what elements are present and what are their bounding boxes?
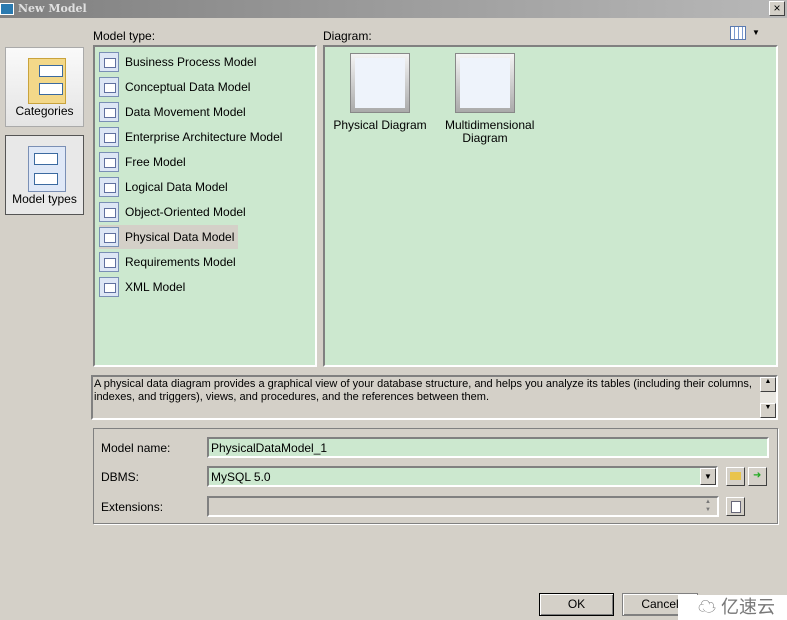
description-scrollbar[interactable]: ▲ ▼ — [760, 377, 776, 418]
diagram-item-label: Multidimensional Diagram — [445, 118, 535, 145]
model-type-icon — [99, 252, 119, 272]
model-type-icon — [99, 202, 119, 222]
model-type-item[interactable]: Business Process Model — [99, 50, 260, 74]
diagram-item-physical[interactable]: Physical Diagram — [325, 53, 435, 132]
model-type-item-label: Object-Oriented Model — [125, 205, 246, 219]
model-type-icon — [99, 277, 119, 297]
dbms-label: DBMS: — [101, 470, 140, 484]
model-type-item-label: Free Model — [125, 155, 186, 169]
physical-diagram-icon — [355, 58, 405, 108]
browse-folder-button[interactable] — [726, 467, 745, 486]
model-type-item-label: Enterprise Architecture Model — [125, 130, 283, 144]
model-type-item[interactable]: Conceptual Data Model — [99, 75, 254, 99]
model-type-icon — [99, 152, 119, 172]
dbms-select[interactable]: MySQL 5.0 ▼ — [207, 466, 718, 487]
extensions-input[interactable] — [207, 496, 719, 517]
model-type-icon — [99, 102, 119, 122]
model-name-label: Model name: — [101, 441, 171, 455]
dbms-dropdown-button[interactable]: ▼ — [700, 468, 716, 485]
select-extensions-button[interactable] — [726, 497, 745, 516]
scroll-up-button[interactable]: ▲ — [760, 377, 776, 392]
window-title: New Model — [18, 2, 87, 15]
model-type-item[interactable]: Logical Data Model — [99, 175, 232, 199]
model-type-item[interactable]: Requirements Model — [99, 250, 240, 274]
model-types-label: Model types — [12, 192, 77, 206]
categories-button[interactable]: Categories — [5, 47, 84, 127]
multidimensional-diagram-icon — [460, 58, 510, 108]
diagram-list[interactable]: Physical Diagram Multidimensional Diagra… — [323, 45, 778, 367]
model-type-list[interactable]: Business Process Model Conceptual Data Mo… — [93, 45, 317, 367]
import-arrow-icon: ➜ — [753, 470, 762, 481]
diagram-item-label: Physical Diagram — [333, 118, 427, 132]
extensions-spinner[interactable]: ▲ ▼ — [700, 498, 716, 515]
description-text: A physical data diagram provides a graph… — [94, 378, 752, 403]
model-type-item[interactable]: Enterprise Architecture Model — [99, 125, 286, 149]
close-button[interactable]: × — [769, 1, 785, 16]
model-type-icon — [99, 227, 119, 247]
extensions-label: Extensions: — [101, 500, 164, 514]
model-type-item[interactable]: Physical Data Model — [99, 225, 239, 249]
model-type-item-label: Requirements Model — [125, 255, 236, 269]
diagram-item-multidimensional[interactable]: Multidimensional Diagram — [430, 53, 540, 145]
model-type-item-label: Data Movement Model — [125, 105, 246, 119]
model-type-label: Model type: — [93, 29, 156, 43]
model-type-item[interactable]: Data Movement Model — [99, 100, 250, 124]
model-type-icon — [99, 177, 119, 197]
folder-icon — [730, 472, 741, 480]
scroll-down-button[interactable]: ▼ — [760, 403, 776, 418]
model-name-input[interactable]: PhysicalDataModel_1 — [207, 437, 769, 458]
document-search-icon — [731, 501, 741, 513]
model-type-icon — [99, 77, 119, 97]
chevron-down-icon[interactable]: ▼ — [752, 28, 760, 37]
watermark-logo: ☁ 亿速云 — [678, 595, 787, 620]
model-type-icon — [99, 52, 119, 72]
model-types-button[interactable]: Model types — [5, 135, 84, 215]
categories-label: Categories — [15, 104, 74, 118]
dbms-value: MySQL 5.0 — [211, 470, 271, 484]
model-type-item-label: Business Process Model — [125, 55, 257, 69]
model-types-icon — [28, 146, 66, 192]
model-type-item[interactable]: XML Model — [99, 275, 189, 299]
folder-icon — [28, 58, 66, 104]
title-bar: New Model — [0, 0, 787, 18]
model-type-icon — [99, 127, 119, 147]
model-type-item[interactable]: Object-Oriented Model — [99, 200, 250, 224]
import-dbms-button[interactable]: ➜ — [748, 467, 767, 486]
diagram-label: Diagram: — [323, 29, 372, 43]
app-icon — [0, 3, 14, 15]
model-type-item-label: Logical Data Model — [125, 180, 228, 194]
model-type-item-label: Physical Data Model — [125, 230, 235, 244]
description-box: A physical data diagram provides a graph… — [91, 375, 778, 420]
ok-button[interactable]: OK — [539, 593, 614, 616]
model-type-item-label: Conceptual Data Model — [125, 80, 251, 94]
grid-view-icon[interactable] — [730, 26, 746, 40]
model-type-item[interactable]: Free Model — [99, 150, 190, 174]
model-type-item-label: XML Model — [125, 280, 186, 294]
